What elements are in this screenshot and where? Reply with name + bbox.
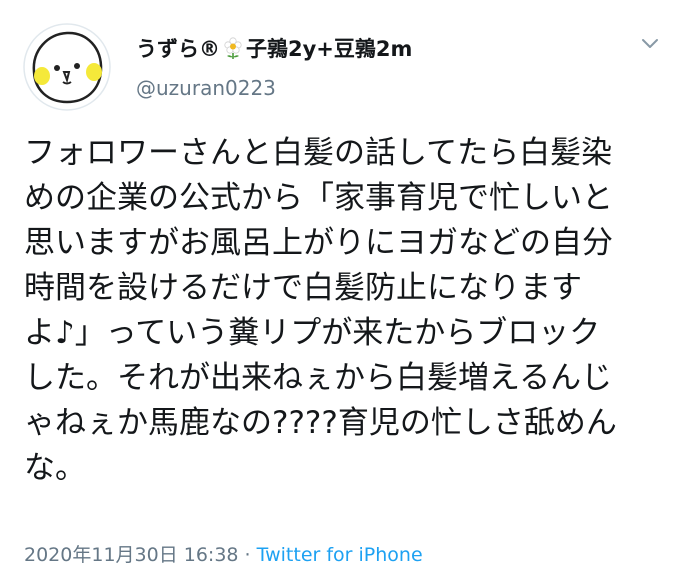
display-name-suffix: 子鶉2y+豆鶉2m	[246, 37, 413, 61]
user-avatar[interactable]	[22, 22, 112, 112]
tweet-text-line: な。	[24, 450, 86, 486]
meta-separator: ·	[238, 544, 257, 566]
quail-avatar-icon	[23, 23, 111, 111]
flower-icon	[222, 36, 244, 60]
tweet-text-line: フォロワーさんと白髪の話してたら白髪染	[24, 135, 613, 171]
tweet-card: うずら® 子鶉2y+豆鶉2m @uzuran0223 フォロワーさんと白髪の話し…	[0, 0, 680, 581]
tweet-text-line: めの企業の公式から「家事育児で忙しいと	[24, 180, 613, 216]
display-name[interactable]: うずら® 子鶉2y+豆鶉2m	[136, 33, 412, 63]
tweet-timestamp[interactable]: 2020年11月30日 16:38	[24, 544, 239, 566]
tweet-text-line: ゃねぇか馬鹿なの????育児の忙しさ舐めん	[24, 405, 617, 441]
tweet-text-line: した。それが出来ねぇから白髪増えるんじ	[24, 360, 613, 396]
user-handle[interactable]: @uzuran0223	[136, 76, 276, 100]
tweet-text-line: 時間を設けるだけで白髪防止になります	[24, 270, 582, 306]
tweet-text: フォロワーさんと白髪の話してたら白髪染 めの企業の公式から「家事育児で忙しいと …	[24, 131, 664, 491]
chevron-down-icon[interactable]	[640, 36, 660, 50]
tweet-meta: 2020年11月30日 16:38 · Twitter for iPhone	[24, 540, 423, 567]
tweet-text-line: よ♪」っていう糞リプが来たからブロック	[24, 315, 601, 351]
tweet-text-line: 思いますがお風呂上がりにヨガなどの自分	[24, 225, 613, 261]
display-name-prefix: うずら®	[136, 37, 220, 61]
tweet-source-link[interactable]: Twitter for iPhone	[257, 544, 423, 566]
